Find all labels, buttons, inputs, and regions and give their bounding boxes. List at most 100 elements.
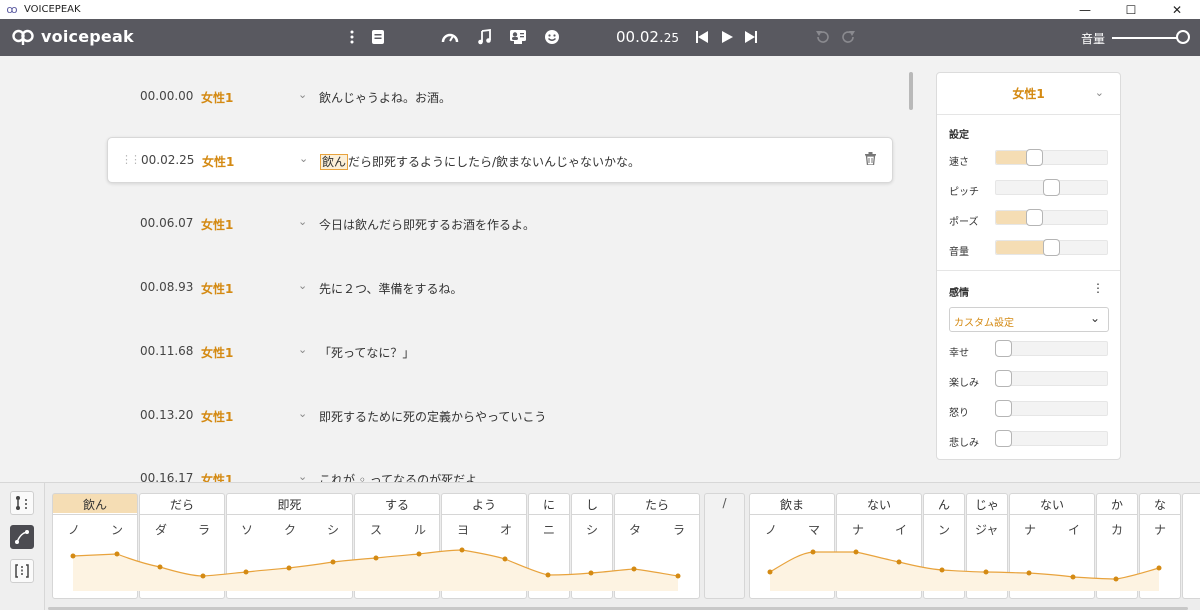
speed-label: 速さ [949,157,969,168]
script-row[interactable]: 00.00.00 女性1 ⌄ 飲んじゃうよね。お酒。 [107,74,893,120]
chevron-down-icon[interactable]: ⌄ [299,152,308,165]
fun-slider[interactable] [995,370,1108,387]
emotion-title: 感情 [949,288,969,299]
voicepeak-brand-icon [12,29,34,45]
speed-knob[interactable] [1026,149,1043,166]
row-time: 00.00.00 [140,89,194,103]
pause-knob[interactable] [1026,209,1043,226]
undo-icon[interactable] [813,28,831,46]
editor-scrollbar[interactable] [909,72,913,110]
music-note-icon[interactable] [475,28,493,46]
chevron-down-icon[interactable]: ⌄ [298,279,307,292]
happy-label: 幸せ [949,348,969,359]
skip-forward-icon[interactable] [742,28,760,46]
drag-handle-icon[interactable]: ⋮⋮ [121,153,141,166]
brand-name: voicepeak [41,27,134,46]
happy-knob[interactable] [995,340,1012,357]
angry-label: 怒り [949,408,969,419]
pitch-curve[interactable] [0,483,1200,610]
volume-knob[interactable] [1043,239,1060,256]
sad-slider[interactable] [995,430,1108,447]
chevron-down-icon[interactable]: ⌄ [298,215,307,228]
row-time: 00.11.68 [140,344,194,358]
skip-back-icon[interactable] [693,28,711,46]
chevron-down-icon[interactable]: ⌄ [298,407,307,420]
master-volume-label: 音量 [1081,32,1106,46]
volume-slider[interactable] [995,239,1108,256]
row-speaker[interactable]: 女性1 [201,216,233,233]
script-row[interactable]: 00.16.17 女性1 ⌄ これが ◦ ってなるのが死だよ [107,456,893,482]
sad-label: 悲しみ [949,438,979,449]
row-text-input[interactable]: 飲ん だら即死するようにしたら/飲まないんじゃないかな。 [320,153,640,170]
chevron-down-icon: ⌄ [1089,311,1100,325]
settings-panel: 女性1 ⌄ 設定 速さ ピッチ ポーズ 音量 感情 ⋮ カスタム設定 ⌄ 幸せ … [936,72,1121,460]
row-text[interactable]: 今日は飲んだら即死するお酒を作るよ。 [319,216,535,233]
script-row[interactable]: 00.08.93 女性1 ⌄ 先に２つ、準備をするね。 [107,265,893,311]
row-speaker[interactable]: 女性1 [201,408,233,425]
row-speaker[interactable]: 女性1 [201,344,233,361]
settings-title: 設定 [949,130,969,141]
volume-label: 音量 [949,247,969,258]
row-text[interactable]: これが ◦ ってなるのが死だよ [319,471,477,482]
sad-knob[interactable] [995,430,1012,447]
script-row[interactable]: 00.11.68 女性1 ⌄ 「死ってなに？」 [107,329,893,375]
row-speaker[interactable]: 女性1 [201,471,233,482]
speed-slider[interactable] [995,149,1108,166]
angry-knob[interactable] [995,400,1012,417]
pause-slider[interactable] [995,209,1108,226]
maximize-button[interactable]: ☐ [1108,0,1154,19]
speedometer-icon[interactable] [441,28,459,46]
chevron-down-icon[interactable]: ⌄ [298,343,307,356]
speaker-name: 女性1 [1012,87,1045,101]
happy-slider[interactable] [995,340,1108,357]
fun-knob[interactable] [995,370,1012,387]
row-speaker[interactable]: 女性1 [202,153,234,170]
script-row[interactable]: 00.13.20 女性1 ⌄ 即死するために死の定義からやっていこう [107,393,893,439]
window-title: VOICEPEAK [24,4,81,15]
row-text[interactable]: 飲んじゃうよね。お酒。 [319,89,451,106]
row-speaker[interactable]: 女性1 [201,89,233,106]
chevron-down-icon[interactable]: ⌄ [298,88,307,101]
emotion-preset-value: カスタム設定 [954,318,1014,329]
minimize-button[interactable]: — [1062,0,1108,19]
row-text[interactable]: 即死するために死の定義からやっていこう [319,408,546,425]
play-icon[interactable] [718,28,736,46]
script-editor: 00.00.00 女性1 ⌄ 飲んじゃうよね。お酒。 ⋮⋮ 00.02.25 女… [0,56,920,482]
more-vertical-icon[interactable]: ⋮ [1092,281,1104,295]
row-time: 00.13.20 [140,408,194,422]
text-cursor-highlight: 飲ん [320,154,349,170]
row-text-rest: だら即死するようにしたら/飲まないんじゃないかな。 [348,155,641,169]
smile-icon[interactable] [543,28,561,46]
chevron-down-icon[interactable]: ⌄ [298,470,307,482]
pause-label: ポーズ [949,217,979,228]
document-icon[interactable] [369,28,387,46]
emotion-preset-select[interactable]: カスタム設定 ⌄ [949,307,1109,332]
master-volume-slider[interactable] [1112,37,1184,39]
chevron-down-icon: ⌄ [1094,86,1104,99]
fun-label: 楽しみ [949,378,979,389]
angry-slider[interactable] [995,400,1108,417]
speaker-person-icon[interactable] [509,28,527,46]
redo-icon[interactable] [840,28,858,46]
phoneme-editor: 飲ん だら 即死 する よう に し たら / 飲ま ない ん じゃ ない か … [0,482,1200,610]
row-text[interactable]: 「死ってなに？」 [319,344,414,361]
script-row[interactable]: 00.06.07 女性1 ⌄ 今日は飲んだら即死するお酒を作るよ。 [107,201,893,247]
close-button[interactable]: ✕ [1154,0,1200,19]
time-fraction: 25 [663,31,679,45]
speaker-select[interactable]: 女性1 ⌄ [937,73,1120,115]
master-volume-knob[interactable] [1176,30,1190,44]
trash-icon[interactable] [865,152,876,168]
pitch-slider[interactable] [995,179,1108,196]
window-controls: — ☐ ✕ [1062,0,1200,19]
voicepeak-logo-icon: ꝏ [6,2,18,16]
app-toolbar: voicepeak 00.02.25 音量 [0,19,1200,56]
time-main: 00.02. [616,28,664,46]
row-text[interactable]: 先に２つ、準備をするね。 [319,280,463,297]
pitch-knob[interactable] [1043,179,1060,196]
more-vertical-icon[interactable] [343,28,361,46]
row-speaker[interactable]: 女性1 [201,280,233,297]
panel-divider [937,270,1120,271]
os-titlebar: ꝏ VOICEPEAK — ☐ ✕ [0,0,1200,19]
playback-time: 00.02.25 [616,28,679,46]
script-row-selected[interactable]: ⋮⋮ 00.02.25 女性1 ⌄ 飲ん だら即死するようにしたら/飲まないんじゃ… [107,137,893,183]
